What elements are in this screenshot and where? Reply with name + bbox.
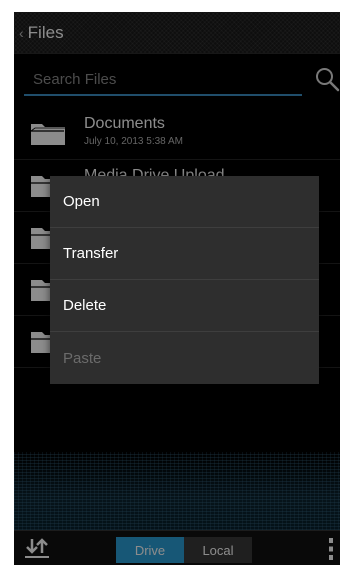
menu-item-paste: Paste (63, 349, 102, 367)
context-menu: Open Transfer Delete Paste (50, 176, 319, 384)
menu-item-delete[interactable]: Delete (50, 280, 319, 332)
menu-item-transfer[interactable]: Transfer (50, 228, 319, 280)
menu-item-open[interactable]: Open (50, 176, 319, 228)
app-screen: ‹ Files Documents July 10, 2013 5:38 AM … (14, 12, 340, 565)
